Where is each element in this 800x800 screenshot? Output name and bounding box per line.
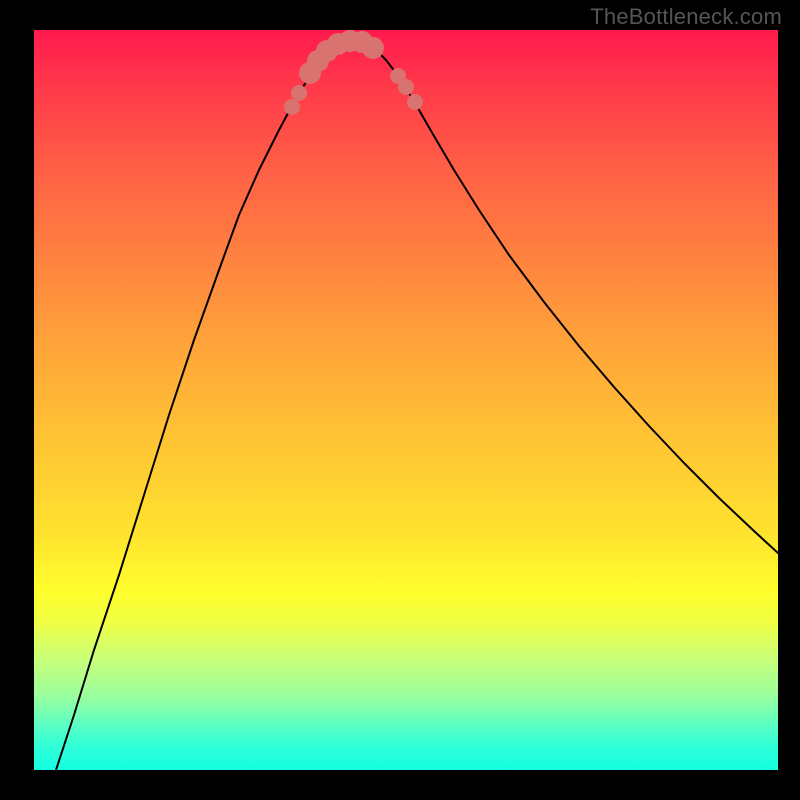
marker-dot — [291, 85, 307, 101]
curve-markers — [284, 30, 423, 115]
chart-frame: TheBottleneck.com — [0, 0, 800, 800]
marker-dot — [362, 37, 384, 59]
curve-layer — [34, 30, 778, 770]
left-curve — [56, 40, 352, 770]
marker-dot — [398, 79, 414, 95]
marker-dot — [407, 94, 423, 110]
bottleneck-curves — [56, 40, 778, 770]
marker-dot — [284, 99, 300, 115]
watermark-text: TheBottleneck.com — [590, 4, 782, 30]
right-curve — [352, 40, 778, 553]
